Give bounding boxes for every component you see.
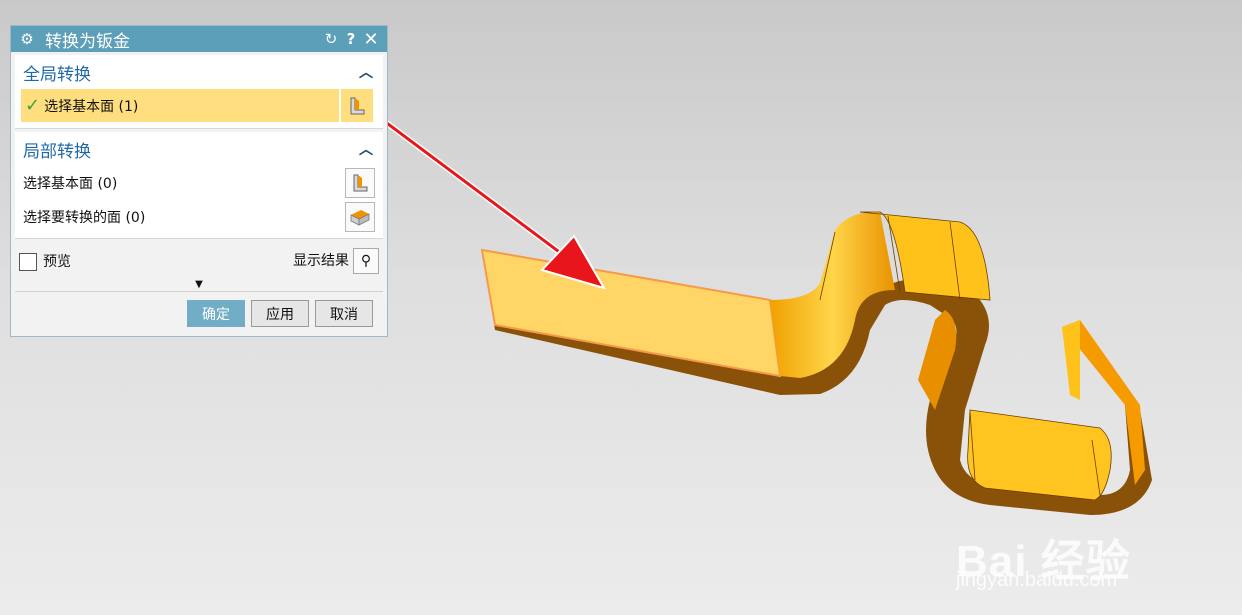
select-faces-to-convert-row: 选择要转换的面 (0) (15, 200, 383, 234)
select-base-face-label: 选择基本面 (1) (44, 98, 139, 115)
face-select-button[interactable] (341, 89, 373, 122)
convert-face-icon (350, 210, 370, 226)
convert-face-button[interactable] (345, 202, 375, 232)
select-base-face-row[interactable]: ✓ 选择基本面 (1) (21, 89, 373, 122)
preview-label: 预览 (43, 254, 71, 270)
face-select-icon (350, 97, 365, 114)
local-select-base-row: 选择基本面 (0) (15, 166, 383, 200)
cancel-button[interactable]: 取消 (315, 300, 373, 327)
chevron-up-icon[interactable]: ︿ (357, 62, 375, 82)
face-select-icon (353, 174, 368, 192)
global-convert-section: 全局转换 ︿ ✓ 选择基本面 (1) (15, 55, 383, 129)
show-result-button[interactable]: ⚲ (353, 248, 379, 274)
reset-icon[interactable]: ↻ (321, 30, 341, 48)
more-arrow-icon[interactable]: ▼ (15, 279, 383, 292)
preview-row: 预览 显示结果 ⚲ (11, 243, 387, 279)
magnifier-icon: ⚲ (360, 253, 372, 269)
watermark-url: jingyan.baidu.com (956, 569, 1118, 591)
local-convert-section: 局部转换 ︿ 选择基本面 (0) 选择要转换的面 (0) (15, 132, 383, 239)
close-icon[interactable]: ✕ (361, 29, 381, 50)
chevron-up-icon[interactable]: ︿ (357, 139, 375, 159)
local-face-select-button[interactable] (345, 168, 375, 198)
gear-icon[interactable]: ⚙ (17, 30, 37, 48)
local-convert-header: 局部转换 (23, 141, 91, 162)
ok-button[interactable]: 确定 (187, 300, 245, 327)
preview-checkbox[interactable] (19, 253, 37, 271)
dialog-footer: 确定 应用 取消 (11, 292, 387, 327)
convert-to-sheet-metal-dialog: ⚙ 转换为钣金 ↻ ? ✕ 全局转换 ︿ ✓ 选择基本面 (1) 局部转换 ︿ … (10, 25, 388, 337)
local-select-base-label: 选择基本面 (0) (23, 176, 118, 192)
check-icon: ✓ (25, 95, 41, 116)
global-convert-header: 全局转换 (23, 64, 91, 85)
dialog-titlebar: ⚙ 转换为钣金 ↻ ? ✕ (11, 26, 387, 52)
select-faces-label: 选择要转换的面 (0) (23, 210, 146, 226)
baidu-watermark: Bai 经验 jingyan.baidu.com (956, 525, 1176, 591)
show-result-label: 显示结果 (293, 253, 349, 269)
apply-button[interactable]: 应用 (251, 300, 309, 327)
help-icon[interactable]: ? (341, 30, 361, 48)
dialog-title: 转换为钣金 (45, 31, 130, 52)
